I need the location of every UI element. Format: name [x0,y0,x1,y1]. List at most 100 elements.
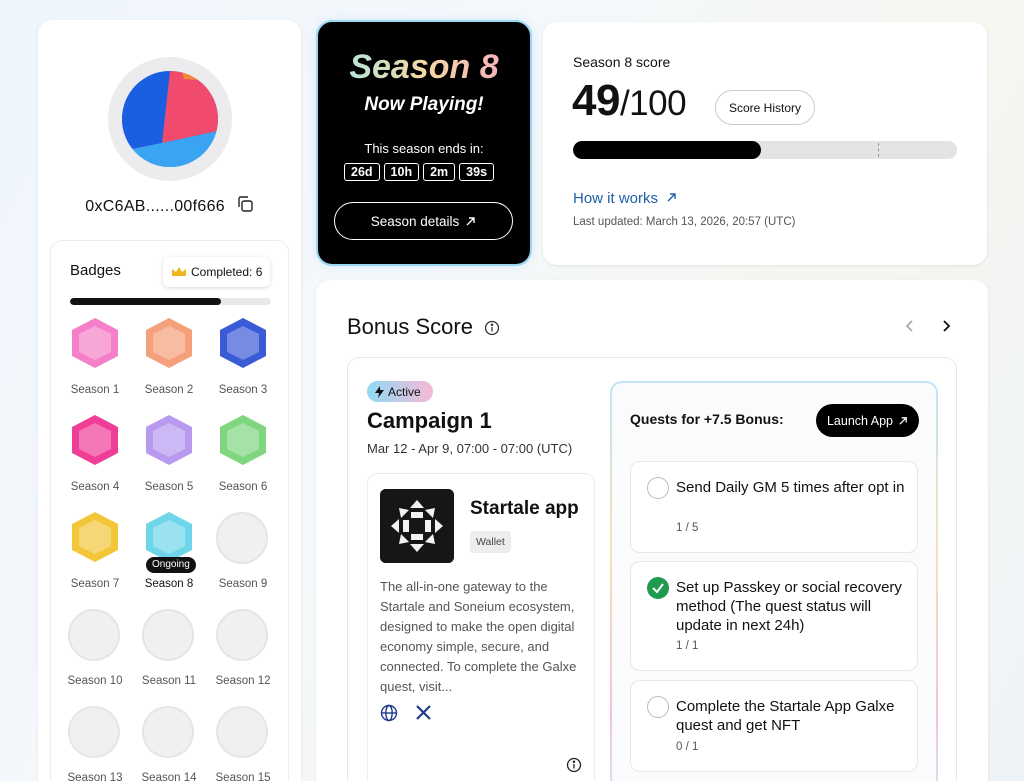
campaign-dates: Mar 12 - Apr 9, 07:00 - 07:00 (UTC) [367,441,573,456]
badge-item[interactable]: Season 13 [58,704,132,781]
wallet-address-row: 0xC6AB......00f666 [38,195,301,216]
badge-placeholder [216,609,268,661]
season-subtitle: Now Playing! [364,94,484,115]
quest-text: Set up Passkey or social recovery method… [676,579,902,634]
app-description: The all-in-one gateway to the Startale a… [380,579,577,694]
quest-checkbox[interactable] [647,696,669,718]
badge-label: Season 9 [218,578,268,590]
score-max: /100 [619,84,687,123]
info-icon[interactable] [484,320,500,336]
badge-gem-icon [220,415,266,465]
badge-item[interactable]: Season 6 [206,413,280,509]
score-card: Season 8 score 49/100 Score History How … [543,22,987,265]
badges-panel: Badges Completed: 6 Season 1 Season 2 Seas… [50,240,289,781]
badge-item[interactable]: Season 1 [58,316,132,412]
badge-item[interactable]: Ongoing Season 8 [132,510,206,606]
lightning-icon [375,385,384,398]
score-current: 49 [572,76,620,125]
badge-label: Season 1 [70,384,120,396]
season-card: Season 8 Now Playing! This season ends i… [318,22,530,264]
badge-gem-icon [72,318,118,368]
launch-app-label: Launch App [826,413,894,428]
countdown-hours: 10h [383,163,420,181]
status-badge: Active [367,381,433,402]
campaign-panel: Active Campaign 1 Mar 12 - Apr 9, 07:00 … [347,357,957,781]
badge-item[interactable]: Season 12 [206,607,280,703]
badge-item[interactable]: Season 5 [132,413,206,509]
quest-item[interactable]: Complete the Startale App Galxe quest an… [630,680,918,772]
badge-label: Season 7 [70,578,120,590]
countdown-days: 26d [344,163,380,181]
badge-label: Season 15 [215,772,271,781]
info-icon[interactable] [566,757,582,773]
arrow-up-right-icon [899,416,907,425]
badge-label: Season 14 [141,772,197,781]
badge-gem-icon [146,512,192,562]
score-progress-bar [573,141,957,159]
badge-item[interactable]: Season 3 [206,316,280,412]
app-logo [380,489,454,563]
quest-item[interactable]: Set up Passkey or social recovery method… [630,561,918,671]
completed-label: Completed: 6 [191,265,263,279]
badge-gem-icon [72,512,118,562]
countdown-seconds: 39s [459,163,495,181]
badge-item[interactable]: Season 9 [206,510,280,606]
badge-placeholder [216,512,268,564]
arrow-up-right-icon [667,193,676,202]
app-card[interactable]: Startale app Wallet The all-in-one gatew… [367,473,595,781]
app-category-tag: Wallet [470,531,511,553]
score-history-button[interactable]: Score History [715,90,815,125]
badge-item[interactable]: Season 10 [58,607,132,703]
badge-label: Season 3 [218,384,268,396]
wallet-address: 0xC6AB......00f666 [85,198,225,215]
season-countdown: 26d 10h 2m 39s [344,163,495,181]
chevron-right-icon[interactable] [938,318,954,334]
badge-gem-icon [146,415,192,465]
badge-item[interactable]: Season 15 [206,704,280,781]
how-it-works-link[interactable]: How it works [573,190,677,207]
how-it-works-label: How it works [573,190,659,207]
badge-placeholder [142,706,194,758]
badge-gem-icon [146,318,192,368]
badge-gem-icon [220,318,266,368]
badge-label: Season 12 [215,675,271,687]
badges-title: Badges [70,262,121,279]
score-threshold-marker [878,143,879,157]
launch-app-button[interactable]: Launch App [816,404,919,437]
season-details-label: Season details [370,213,460,229]
badge-gem-icon [72,415,118,465]
arrow-up-right-icon [466,216,475,225]
quest-progress: 1 / 5 [676,522,699,534]
profile-card: 0xC6AB......00f666 Badges Completed: 6 S… [38,20,301,781]
badge-label: Season 10 [67,675,123,687]
quests-title: Quests for +7.5 Bonus: [630,411,784,427]
quest-checkbox[interactable] [647,477,669,499]
app-name: Startale app [470,498,579,519]
ongoing-badge-tag: Ongoing [146,557,196,573]
status-label: Active [388,384,421,399]
badge-item[interactable]: Season 14 [132,704,206,781]
x-logo-icon[interactable] [415,704,432,721]
globe-icon[interactable] [380,704,398,722]
chevron-left-icon[interactable] [902,318,918,334]
badge-placeholder [68,609,120,661]
quests-panel: Quests for +7.5 Bonus: Launch App Send D… [610,381,938,781]
avatar [108,57,232,181]
badge-placeholder [68,706,120,758]
bonus-score-card: Bonus Score Active Campaign 1 Mar 12 - A… [316,280,988,781]
quest-progress: 1 / 1 [676,640,699,652]
campaign-name: Campaign 1 [367,408,492,433]
badge-item[interactable]: Season 2 [132,316,206,412]
badge-label: Season 6 [218,481,268,493]
season-details-button[interactable]: Season details [334,202,513,240]
score-label: Season 8 score [573,54,671,70]
badge-item[interactable]: Season 4 [58,413,132,509]
quest-item[interactable]: Send Daily GM 5 times after opt in 1 / 5 [630,461,918,553]
check-circle-icon [647,577,669,599]
copy-icon[interactable] [236,195,254,213]
badge-item[interactable]: Season 7 [58,510,132,606]
badge-label: Season 8 [144,578,194,590]
quest-text: Send Daily GM 5 times after opt in [676,479,905,496]
badge-item[interactable]: Season 11 [132,607,206,703]
badge-label: Season 2 [144,384,194,396]
